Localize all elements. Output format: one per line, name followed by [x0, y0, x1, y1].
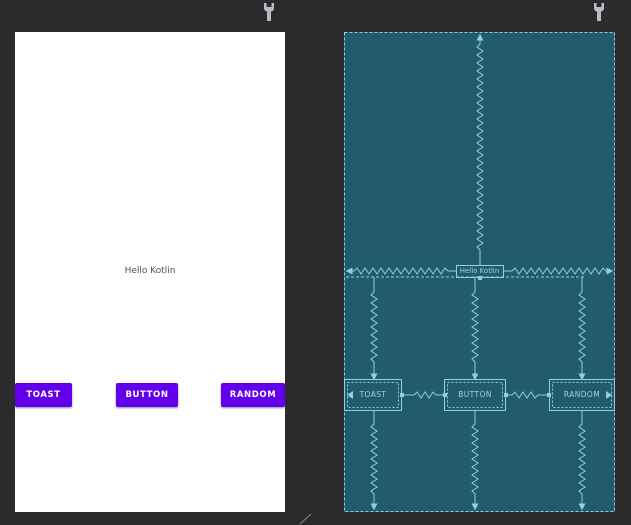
random-button[interactable]: RANDOM [221, 383, 285, 407]
blueprint-button-button[interactable]: BUTTON [444, 391, 506, 399]
toast-button[interactable]: TOAST [15, 383, 72, 407]
design-surface[interactable]: Hello Kotlin TOAST BUTTON RANDOM [15, 32, 285, 512]
button-button[interactable]: BUTTON [116, 383, 178, 407]
resize-handle-icon[interactable] [296, 510, 316, 525]
blueprint-hello-label[interactable]: Hello Kotlin [456, 268, 503, 275]
blueprint-surface[interactable]: Hello Kotlin TOAST BUTTON RANDOM [344, 32, 615, 512]
wrench-icon[interactable] [262, 2, 276, 22]
hello-text-view[interactable]: Hello Kotlin [15, 266, 285, 276]
wrench-icon[interactable] [592, 2, 606, 22]
blueprint-random-button[interactable]: RANDOM [549, 391, 615, 399]
blueprint-toast-button[interactable]: TOAST [344, 391, 402, 399]
